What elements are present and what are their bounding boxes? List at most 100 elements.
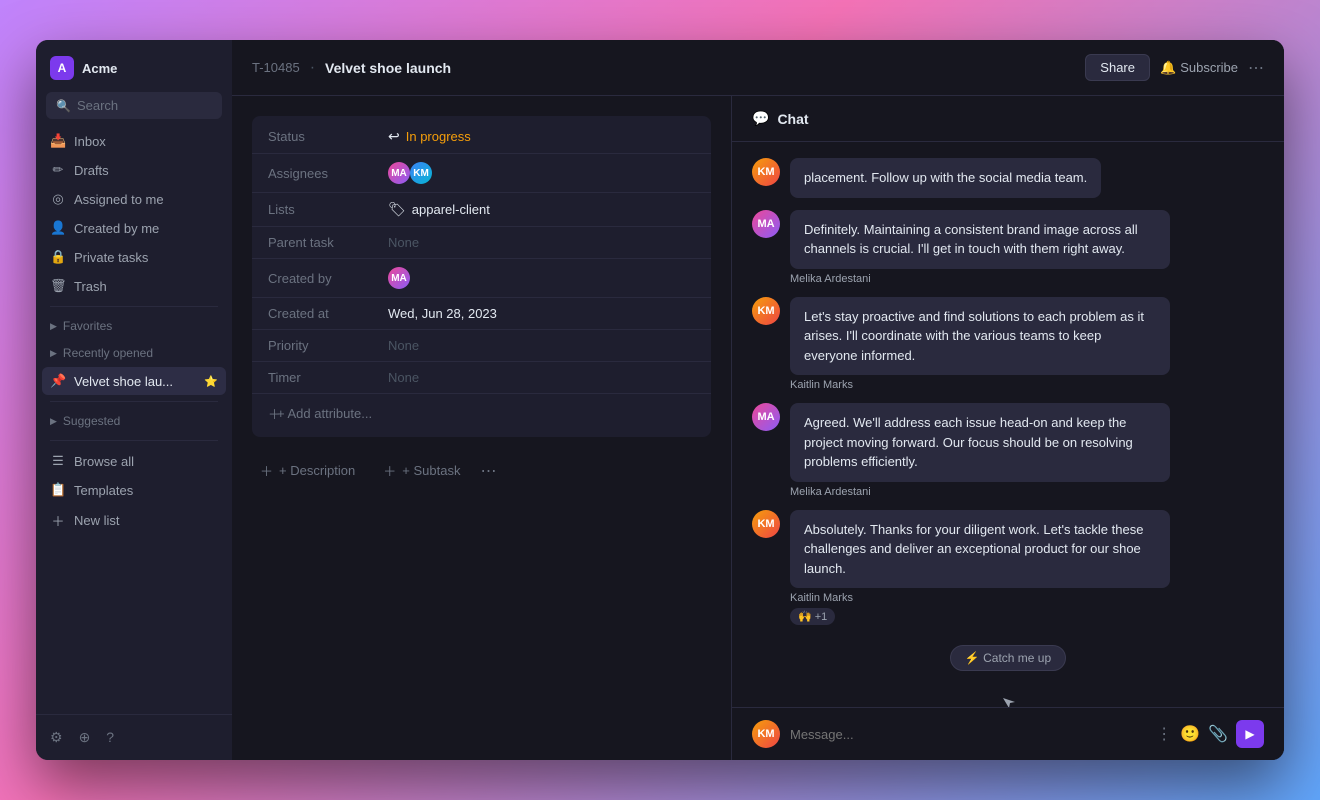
sidebar-item-drafts[interactable]: ✏ Drafts <box>42 156 226 184</box>
chevron-right-icon-2: ▶ <box>50 348 57 359</box>
templates-icon: 📋 <box>50 482 66 498</box>
chat-avatar-5: KM <box>752 510 780 538</box>
chat-panel: 💬 Chat KM placement. Follow up with the … <box>732 96 1284 760</box>
nav-divider-1 <box>50 306 218 307</box>
header-left: T-10485 · Velvet shoe launch <box>252 59 451 77</box>
chat-input-avatar: KM <box>752 720 780 748</box>
task-more-options-icon[interactable]: ⋯ <box>480 461 496 481</box>
sidebar-item-private[interactable]: 🔒 Private tasks <box>42 243 226 271</box>
reaction-emoji: 🙌 <box>798 610 812 623</box>
task-title: Velvet shoe launch <box>325 60 451 76</box>
reaction-badge[interactable]: 🙌 +1 <box>790 608 835 625</box>
chat-bubble-container-3: Let's stay proactive and find solutions … <box>790 297 1170 392</box>
subtask-icon: ＋ <box>383 461 396 480</box>
more-options-icon[interactable]: ⋯ <box>1248 58 1264 78</box>
attachment-icon[interactable]: 📎 <box>1208 724 1228 744</box>
parent-task-value: None <box>388 235 419 250</box>
lock-icon: 🔒 <box>50 249 66 265</box>
chat-messages: KM placement. Follow up with the social … <box>732 142 1284 707</box>
browse-icon: ☰ <box>50 453 66 469</box>
message-input[interactable] <box>790 727 1146 742</box>
timer-value: None <box>388 370 419 385</box>
sidebar-item-trash[interactable]: 🗑 Trash <box>42 272 226 300</box>
list-emoji-icon: 🏷 <box>388 201 406 218</box>
templates-item[interactable]: 📋 Templates <box>42 476 226 504</box>
more-input-icon[interactable]: ⋮ <box>1156 724 1172 744</box>
chat-message-1: KM placement. Follow up with the social … <box>752 158 1264 198</box>
chat-input-area: KM ⋮ 🙂 📎 ▶ <box>732 707 1284 760</box>
meta-row-timer: Timer None <box>252 362 711 394</box>
chat-bubble-container-4: Agreed. We'll address each issue head-on… <box>790 403 1170 498</box>
chat-avatar-2: MA <box>752 210 780 238</box>
inbox-icon: 📥 <box>50 133 66 149</box>
catch-me-up-area: ⚡ Catch me up <box>752 645 1264 671</box>
workspace-name: Acme <box>82 61 117 76</box>
chat-avatar-4: MA <box>752 403 780 431</box>
pencil-icon: ✏ <box>50 162 66 178</box>
favorites-section[interactable]: ▶ Favorites <box>42 313 226 339</box>
sidebar: A Acme 🔍 Search 📥 Inbox ✏ Drafts ◎ Assig… <box>36 40 232 760</box>
suggested-section[interactable]: ▶ Suggested <box>42 408 226 434</box>
subscribe-button[interactable]: 🔔 Subscribe <box>1160 60 1238 76</box>
sidebar-item-velvet-shoe[interactable]: 📌 Velvet shoe lau... ⭐ <box>42 367 226 395</box>
task-id: T-10485 <box>252 60 300 75</box>
sidebar-header: A Acme <box>36 40 232 88</box>
sidebar-item-created[interactable]: 👤 Created by me <box>42 214 226 242</box>
add-description-button[interactable]: ＋ + Description <box>252 457 363 484</box>
sidebar-nav: 📥 Inbox ✏ Drafts ◎ Assigned to me 👤 Crea… <box>36 127 232 714</box>
task-actions: ＋ + Description ＋ + Subtask ⋯ <box>252 457 711 484</box>
circle-icon: ◎ <box>50 191 66 207</box>
star-icon: ⭐ <box>204 375 218 388</box>
task-icon: 📌 <box>50 373 66 389</box>
sidebar-item-inbox[interactable]: 📥 Inbox <box>42 127 226 155</box>
reaction-count: +1 <box>815 611 828 623</box>
new-list-item[interactable]: ＋ New list <box>42 505 226 536</box>
add-attribute-button[interactable]: ＋ + Add attribute... <box>252 394 711 433</box>
sidebar-bottom: ⚙ ⊕ ? <box>36 714 232 760</box>
meta-row-status: Status ↩ In progress <box>252 120 711 154</box>
recently-opened-section[interactable]: ▶ Recently opened <box>42 340 226 366</box>
nav-divider-3 <box>50 440 218 441</box>
task-meta-table: Status ↩ In progress Assignees MA KM <box>252 116 711 437</box>
main-content: T-10485 · Velvet shoe launch Share 🔔 Sub… <box>232 40 1284 760</box>
status-value[interactable]: ↩ In progress <box>388 128 471 145</box>
assignees-value[interactable]: MA KM <box>388 162 432 184</box>
main-header: T-10485 · Velvet shoe launch Share 🔔 Sub… <box>232 40 1284 96</box>
created-by-value: MA <box>388 267 410 289</box>
nav-divider-2 <box>50 401 218 402</box>
meta-row-created-by: Created by MA <box>252 259 711 298</box>
chat-input-actions: ⋮ 🙂 📎 ▶ <box>1156 720 1264 748</box>
chat-bubble-container-2: Definitely. Maintaining a consistent bra… <box>790 210 1170 285</box>
task-details-panel: Status ↩ In progress Assignees MA KM <box>232 96 732 760</box>
search-button[interactable]: 🔍 Search <box>46 92 222 119</box>
chat-bubble-1: placement. Follow up with the social med… <box>790 158 1101 198</box>
in-progress-icon: ↩ <box>388 128 400 145</box>
chat-message-4: MA Agreed. We'll address each issue head… <box>752 403 1264 498</box>
sidebar-item-assigned[interactable]: ◎ Assigned to me <box>42 185 226 213</box>
chat-reactions: 🙌 +1 <box>790 608 1170 625</box>
chat-avatar-1: KM <box>752 158 780 186</box>
chat-title: Chat <box>777 111 808 127</box>
browse-all-item[interactable]: ☰ Browse all <box>42 447 226 475</box>
meta-row-priority: Priority None <box>252 330 711 362</box>
share-button[interactable]: Share <box>1085 54 1150 81</box>
catch-me-up-button[interactable]: ⚡ Catch me up <box>950 645 1066 671</box>
chevron-right-icon-3: ▶ <box>50 416 57 427</box>
meta-row-lists: Lists 🏷 apparel-client <box>252 193 711 227</box>
settings-icon[interactable]: ⚙ <box>46 725 67 750</box>
chevron-right-icon: ▶ <box>50 321 57 332</box>
emoji-icon[interactable]: 🙂 <box>1180 724 1200 744</box>
send-button[interactable]: ▶ <box>1236 720 1264 748</box>
creator-avatar: MA <box>388 267 410 289</box>
priority-value: None <box>388 338 419 353</box>
chat-header: 💬 Chat <box>732 96 1284 142</box>
meta-row-assignees: Assignees MA KM <box>252 154 711 193</box>
meta-row-parent-task: Parent task None <box>252 227 711 259</box>
trash-icon: 🗑 <box>50 278 66 294</box>
chat-message-5: KM Absolutely. Thanks for your diligent … <box>752 510 1264 626</box>
add-icon[interactable]: ⊕ <box>75 725 95 750</box>
chat-avatar-3: KM <box>752 297 780 325</box>
help-icon[interactable]: ? <box>102 725 118 750</box>
lists-value[interactable]: 🏷 apparel-client <box>388 201 490 218</box>
add-subtask-button[interactable]: ＋ + Subtask <box>375 457 468 484</box>
